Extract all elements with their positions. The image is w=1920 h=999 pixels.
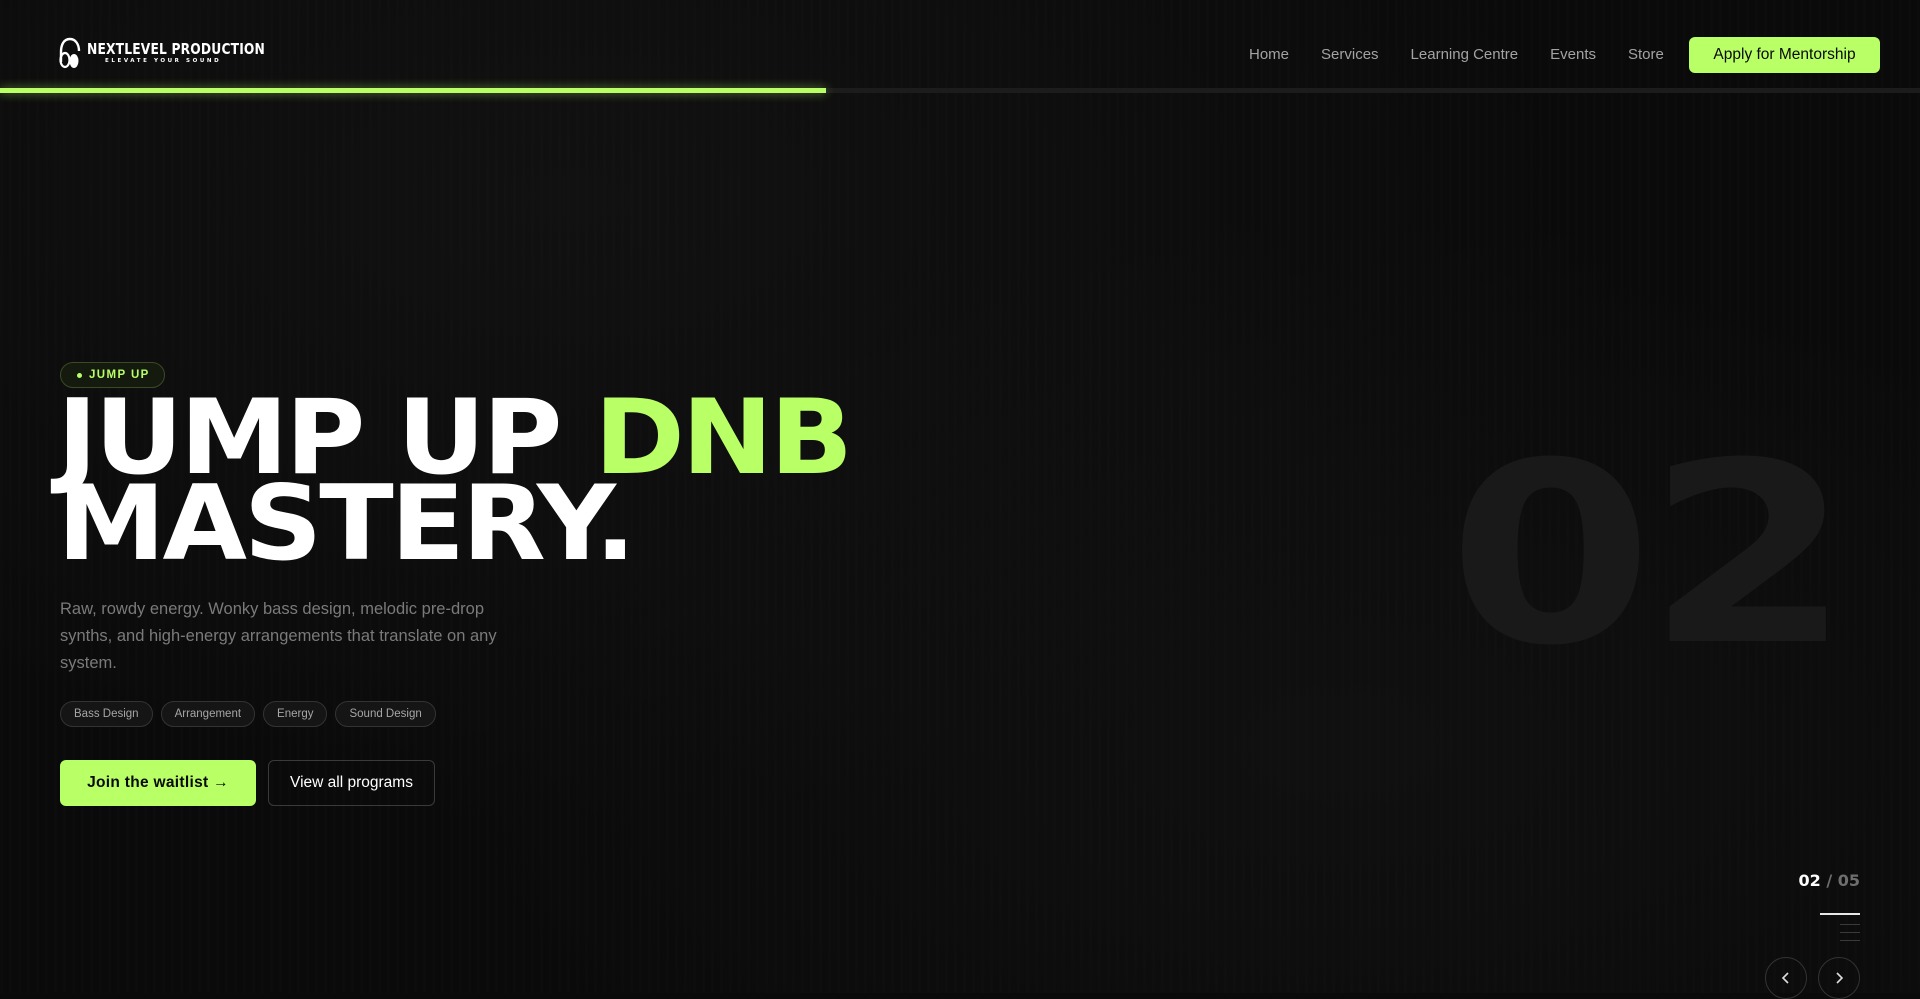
slide-counter: 02 / 05: [1798, 871, 1860, 890]
slide-total: 05: [1837, 871, 1860, 890]
headphones-logo-icon: [59, 37, 81, 69]
tag-energy: Energy: [263, 701, 328, 727]
chevron-right-icon: [1836, 972, 1844, 984]
slide-indicator[interactable]: [1840, 940, 1860, 941]
site-header: NEXTLEVEL PRODUCTION ELEVATE YOUR SOUND …: [0, 0, 1920, 88]
nav-home[interactable]: Home: [1249, 47, 1289, 63]
view-all-programs-button[interactable]: View all programs: [268, 760, 435, 806]
nav-learning-centre[interactable]: Learning Centre: [1411, 47, 1519, 63]
tag-sound-design: Sound Design: [335, 701, 436, 727]
brand-tagline: ELEVATE YOUR SOUND: [105, 57, 222, 64]
hero-description: Raw, rowdy energy. Wonky bass design, me…: [60, 600, 497, 672]
slide-separator: /: [1826, 871, 1833, 890]
slide-indicator[interactable]: [1840, 924, 1860, 925]
slide-indicator[interactable]: [1840, 932, 1860, 933]
hero-headline: JUMP UP DNB MASTERY.: [57, 387, 853, 576]
slider-progress-fill: [0, 88, 826, 93]
main-nav: Home Services Learning Centre Events Sto…: [1249, 47, 1696, 63]
slider-progress-bar: [0, 88, 1920, 93]
nav-store[interactable]: Store: [1628, 47, 1664, 63]
tag-arrangement: Arrangement: [160, 701, 256, 727]
badge-dot-icon: [77, 372, 82, 378]
logo[interactable]: NEXTLEVEL PRODUCTION ELEVATE YOUR SOUND: [59, 36, 304, 70]
apply-mentorship-button[interactable]: Apply for Mentorship: [1689, 37, 1880, 73]
topic-tags: Bass Design Arrangement Energy Sound Des…: [60, 701, 436, 727]
nav-services[interactable]: Services: [1321, 47, 1379, 63]
slide-indicator-active[interactable]: [1820, 913, 1860, 915]
tag-bass-design: Bass Design: [60, 701, 153, 727]
join-waitlist-button[interactable]: Join the waitlist →: [60, 760, 256, 806]
slide-current: 02: [1798, 871, 1821, 890]
nav-events[interactable]: Events: [1550, 47, 1596, 63]
brand-name: NEXTLEVEL PRODUCTION: [87, 39, 266, 58]
slide-number-watermark: 02: [1448, 409, 1851, 700]
chevron-left-icon: [1781, 972, 1789, 984]
